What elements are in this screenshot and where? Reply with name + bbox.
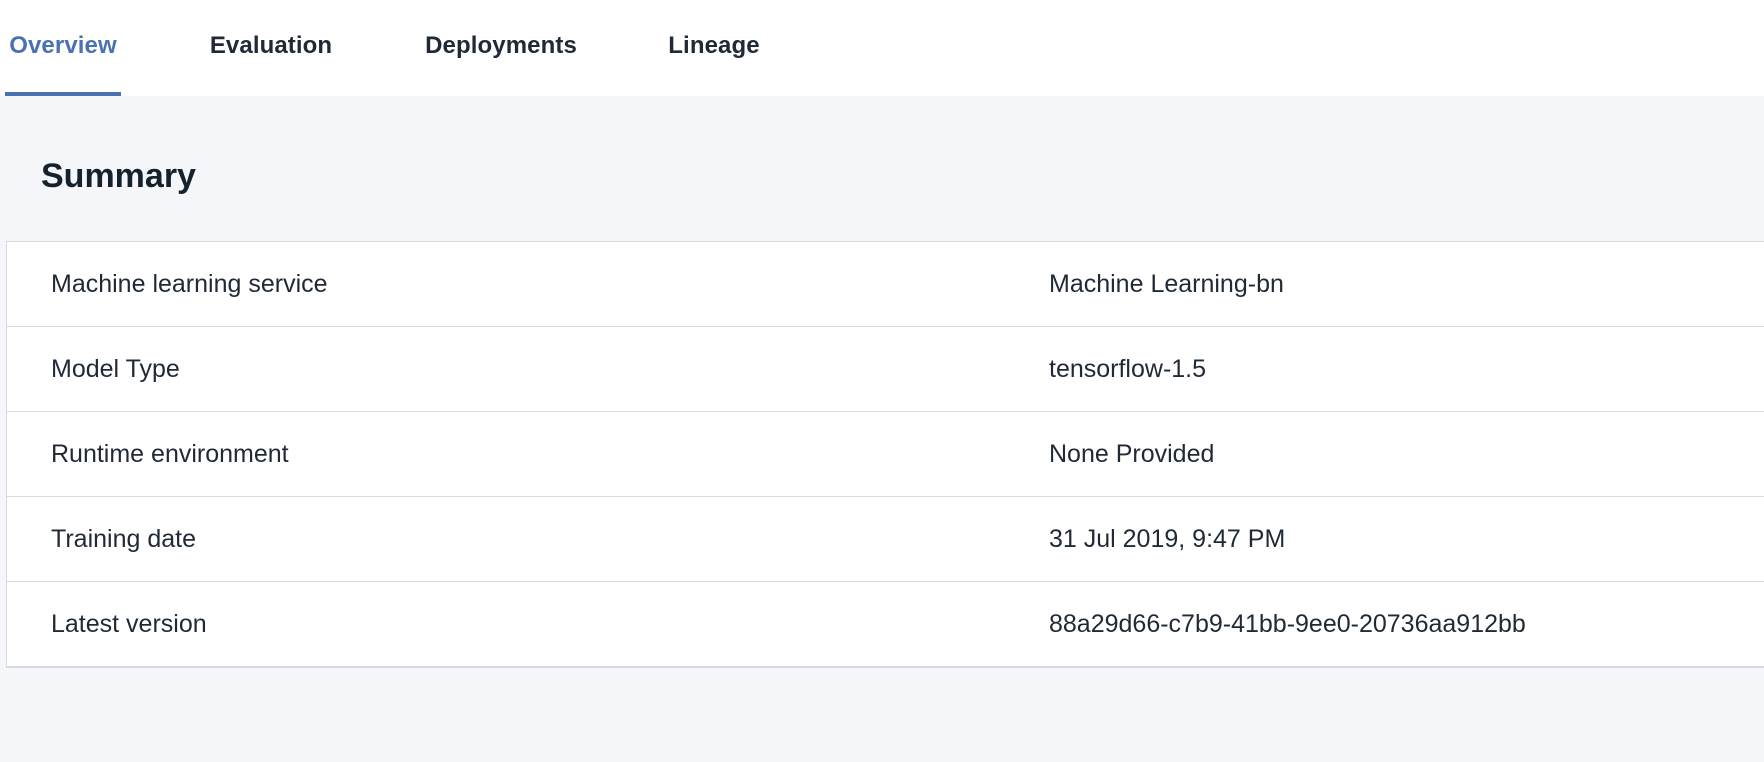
row-label: Training date — [51, 524, 196, 553]
tab-bar: Overview Evaluation Deployments Lineage — [0, 0, 1764, 96]
summary-title: Summary — [41, 157, 196, 195]
row-label: Machine learning service — [51, 269, 328, 298]
tab-lineage[interactable]: Lineage — [656, 0, 772, 96]
summary-row-latest-version: Latest version 88a29d66-c7b9-41bb-9ee0-2… — [7, 582, 1764, 667]
tab-overview[interactable]: Overview — [5, 0, 121, 96]
row-value: 88a29d66-c7b9-41bb-9ee0-20736aa912bb — [1049, 609, 1526, 638]
summary-row-runtime: Runtime environment None Provided — [7, 412, 1764, 497]
summary-row-model-type: Model Type tensorflow-1.5 — [7, 327, 1764, 412]
row-label: Latest version — [51, 609, 207, 638]
summary-table: Machine learning service Machine Learnin… — [6, 241, 1764, 668]
summary-row-training-date: Training date 31 Jul 2019, 9:47 PM — [7, 497, 1764, 582]
summary-row-ml-service: Machine learning service Machine Learnin… — [7, 242, 1764, 327]
row-value: 31 Jul 2019, 9:47 PM — [1049, 524, 1286, 553]
tab-evaluation[interactable]: Evaluation — [196, 0, 346, 96]
row-value: tensorflow-1.5 — [1049, 354, 1207, 383]
row-value: Machine Learning-bn — [1049, 269, 1284, 298]
row-value: None Provided — [1049, 439, 1215, 468]
row-label: Runtime environment — [51, 439, 289, 468]
tab-deployments[interactable]: Deployments — [412, 0, 590, 96]
row-label: Model Type — [51, 354, 180, 383]
